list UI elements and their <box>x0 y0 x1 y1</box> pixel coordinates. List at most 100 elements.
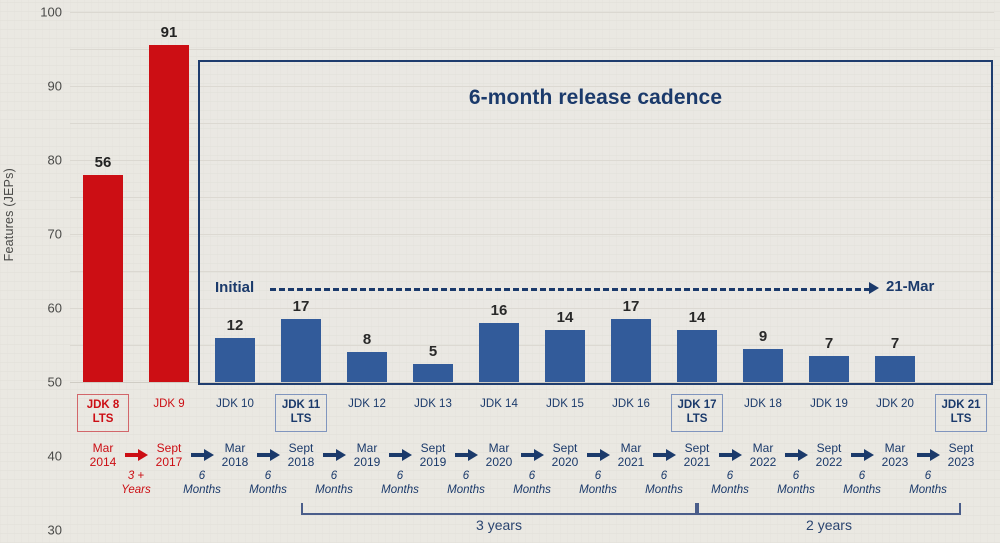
cadence-title: 6-month release cadence <box>468 86 723 109</box>
bar-jdk-9[interactable] <box>149 45 189 382</box>
timeline-date-month: Mar <box>488 441 510 455</box>
timeline-date: Mar 2019 <box>341 441 393 470</box>
timeline-arrowhead-icon <box>666 449 676 461</box>
timeline-date-year: 2020 <box>485 455 513 470</box>
timeline-date: Sept 2018 <box>275 441 327 470</box>
timeline-gap-value: 6 <box>198 470 206 482</box>
jdk-label-name: JDK 20 <box>876 398 914 410</box>
timeline-arrowhead-icon <box>204 449 214 461</box>
timeline-arrowhead-icon <box>930 449 940 461</box>
timeline-gap-value: 6 <box>792 470 800 482</box>
timeline-gap-value: 6 <box>594 470 602 482</box>
timeline-arrowhead-icon <box>864 449 874 461</box>
timeline-gap-value: 6 <box>726 470 734 482</box>
bar-value-label: 91 <box>160 24 178 42</box>
timeline-gap-value: 6 <box>264 470 272 482</box>
timeline-date-month: Mar <box>92 441 114 455</box>
timeline-date-year: 2014 <box>89 455 117 470</box>
timeline-date-year: 2019 <box>419 455 447 470</box>
timeline-arrowhead-icon <box>138 449 148 461</box>
jdk-label-lts-badge: LTS <box>92 413 114 426</box>
y-axis-tick: 40 <box>47 448 62 464</box>
timeline-date-month: Sept <box>552 441 578 455</box>
timeline-arrowhead-icon <box>798 449 808 461</box>
jdk-label-lts-badge: LTS <box>950 413 972 426</box>
timeline-date-month: Mar <box>884 441 906 455</box>
y-axis-tick: 30 <box>47 522 62 538</box>
timeline-date: Sept 2019 <box>407 441 459 470</box>
timeline-date-year: 2022 <box>815 455 843 470</box>
timeline-gap-label: 3 + Years <box>101 469 171 498</box>
timeline-date-year: 2018 <box>221 455 249 470</box>
timeline-gap-unit: Months <box>645 484 683 497</box>
timeline-gap-label: 6 Months <box>497 469 567 498</box>
jdk-label-name: JDK 16 <box>612 398 650 410</box>
jdk-label-name: JDK 21 <box>941 399 981 411</box>
jdk-label-name: JDK 13 <box>414 398 452 410</box>
timeline-arrow-icon <box>521 449 544 461</box>
timeline-gap-label: 6 Months <box>827 469 897 498</box>
timeline-date: Mar 2018 <box>209 441 261 470</box>
timeline-arrow-icon <box>125 449 148 461</box>
y-axis-tick: 70 <box>47 226 62 242</box>
timeline-gap-unit: Months <box>909 484 947 497</box>
timeline-gap-unit: Months <box>249 484 287 497</box>
timeline-date: Mar 2022 <box>737 441 789 470</box>
timeline-arrow-icon <box>917 449 940 461</box>
timeline-date: Mar 2021 <box>605 441 657 470</box>
timeline-date-year: 2023 <box>947 455 975 470</box>
jdk-label-name: JDK 14 <box>480 398 518 410</box>
timeline-gap-unit: Months <box>513 484 551 497</box>
timeline-arrow-icon <box>851 449 874 461</box>
jdk-label-name: JDK 9 <box>153 398 185 410</box>
initial-arrowhead-icon <box>869 282 879 294</box>
timeline-gap-value: 6 <box>528 470 536 482</box>
timeline-date: Sept 2022 <box>803 441 855 470</box>
bracket-label: 2 years <box>806 517 852 533</box>
timeline-date-month: Sept <box>816 441 842 455</box>
timeline-date: Sept 2021 <box>671 441 723 470</box>
y-axis-tick: 100 <box>40 4 62 20</box>
y-axis-tick: 90 <box>47 78 62 94</box>
timeline-date: Sept 2017 <box>143 441 195 470</box>
timeline-arrowhead-icon <box>534 449 544 461</box>
timeline-arrowhead-icon <box>336 449 346 461</box>
jdk-label-jdk-16: JDK 16 <box>601 394 661 415</box>
timeline-gap-label: 6 Months <box>299 469 369 498</box>
timeline-gap-value: 6 <box>462 470 470 482</box>
timeline-arrowhead-icon <box>402 449 412 461</box>
jdk-label-lts-badge: LTS <box>290 413 312 426</box>
timeline-arrow-icon <box>455 449 478 461</box>
jdk-label-jdk-11: JDK 11 LTS <box>275 394 327 432</box>
jdk-label-jdk-21: JDK 21 LTS <box>935 394 987 432</box>
timeline-date-month: Sept <box>948 441 974 455</box>
y-axis-label-line2: (JEPs) <box>2 168 16 207</box>
timeline-date: Mar 2020 <box>473 441 525 470</box>
jdk-label-jdk-12: JDK 12 <box>337 394 397 415</box>
timeline-date-year: 2020 <box>551 455 579 470</box>
chart-canvas: Features (JEPs) 1009080706050403020100 5… <box>0 0 1000 543</box>
timeline-gap-label: 6 Months <box>167 469 237 498</box>
timeline-gap-value: 3 + <box>127 470 145 482</box>
timeline-date-month: Mar <box>224 441 246 455</box>
jdk-label-jdk-8: JDK 8 LTS <box>77 394 129 432</box>
jdk-label-name: JDK 8 <box>86 399 120 411</box>
bracket-label: 3 years <box>476 517 522 533</box>
timeline-arrowhead-icon <box>732 449 742 461</box>
timeline-gap-label: 6 Months <box>893 469 963 498</box>
bracket <box>301 503 697 515</box>
bar-jdk-8[interactable] <box>83 174 123 382</box>
initial-end-label: 21-Mar <box>886 278 935 295</box>
jdk-label-name: JDK 15 <box>546 398 584 410</box>
jdk-label-jdk-9: JDK 9 <box>139 394 199 415</box>
timeline-gap-value: 6 <box>924 470 932 482</box>
jdk-label-jdk-17: JDK 17 LTS <box>671 394 723 432</box>
timeline-gap-value: 6 <box>396 470 404 482</box>
timeline-arrowhead-icon <box>468 449 478 461</box>
timeline-date-month: Mar <box>620 441 642 455</box>
jdk-label-name: JDK 18 <box>744 398 782 410</box>
timeline-gap-unit: Months <box>381 484 419 497</box>
jdk-label-jdk-10: JDK 10 <box>205 394 265 415</box>
gridline: 100 <box>40 5 994 20</box>
timeline-date-month: Sept <box>684 441 710 455</box>
